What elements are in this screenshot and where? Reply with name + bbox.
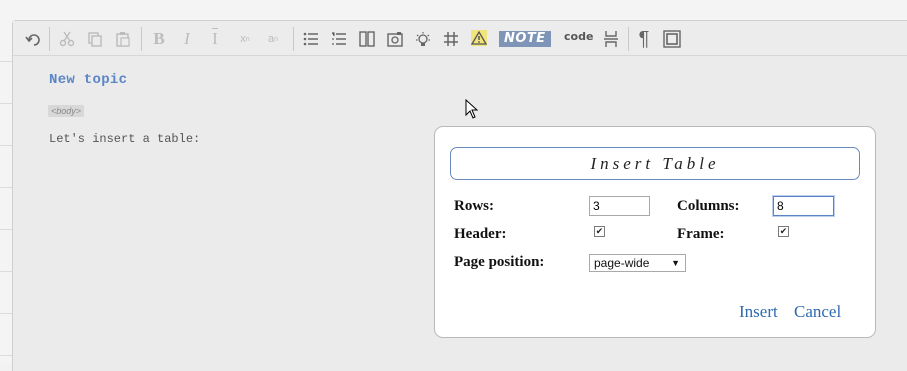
code-button[interactable]: code bbox=[564, 30, 593, 43]
dialog-title: Insert Table bbox=[450, 147, 860, 180]
bold-icon[interactable]: B bbox=[149, 28, 169, 50]
cut-icon[interactable] bbox=[57, 28, 77, 50]
mouse-pointer-icon bbox=[465, 98, 479, 124]
note-button[interactable]: NOTE bbox=[499, 31, 551, 47]
toolbar-separator bbox=[49, 27, 50, 51]
columns-label: Columns: bbox=[677, 198, 740, 214]
toolbar: B I I xn an NOTE code ¶ bbox=[13, 21, 907, 56]
warning-icon[interactable] bbox=[471, 30, 487, 46]
image-icon[interactable] bbox=[385, 28, 405, 50]
rows-input[interactable] bbox=[589, 196, 650, 216]
copy-icon[interactable] bbox=[85, 28, 105, 50]
bullet-list-icon[interactable] bbox=[301, 28, 321, 50]
pilcrow-icon[interactable]: ¶ bbox=[634, 28, 654, 50]
subscript-icon[interactable]: an bbox=[263, 28, 283, 50]
rows-label: Rows: bbox=[454, 198, 494, 214]
page-position-select[interactable]: page-wide ▼ bbox=[589, 254, 686, 272]
columns-icon[interactable] bbox=[357, 28, 377, 50]
dropdown-arrow-icon: ▼ bbox=[671, 258, 680, 268]
table-grid-icon[interactable] bbox=[441, 28, 461, 50]
header-label: Header: bbox=[454, 226, 507, 242]
bulb-icon[interactable] bbox=[413, 28, 433, 50]
frame-checkbox[interactable]: ✔ bbox=[778, 226, 789, 237]
numbered-list-icon[interactable] bbox=[329, 28, 349, 50]
body-tag-marker: <body> bbox=[48, 105, 85, 117]
italic-icon[interactable]: I bbox=[177, 28, 197, 50]
frame-icon[interactable] bbox=[662, 28, 682, 50]
header-checkbox[interactable]: ✔ bbox=[594, 226, 605, 237]
frame-label: Frame: bbox=[677, 226, 725, 242]
text-cursor-icon[interactable]: I bbox=[205, 28, 225, 50]
toolbar-separator bbox=[293, 27, 294, 51]
paste-icon[interactable] bbox=[113, 28, 133, 50]
undo-icon[interactable] bbox=[23, 28, 43, 50]
superscript-icon[interactable]: xn bbox=[235, 28, 255, 50]
insert-button[interactable]: Insert bbox=[739, 302, 778, 322]
page-position-value: page-wide bbox=[594, 256, 650, 270]
window-left-gutter bbox=[0, 20, 12, 364]
toolbar-separator bbox=[628, 27, 629, 51]
page-break-icon[interactable] bbox=[601, 28, 621, 50]
columns-input[interactable] bbox=[773, 196, 834, 216]
topic-title[interactable]: New topic bbox=[49, 72, 127, 88]
toolbar-separator bbox=[141, 27, 142, 51]
window-top-strip bbox=[0, 0, 907, 20]
cancel-button[interactable]: Cancel bbox=[794, 302, 841, 322]
page-position-label: Page position: bbox=[454, 254, 545, 270]
insert-table-dialog: Insert Table Rows: Columns: Header: ✔ Fr… bbox=[434, 126, 876, 338]
paragraph-text[interactable]: Let's insert a table: bbox=[49, 132, 200, 146]
